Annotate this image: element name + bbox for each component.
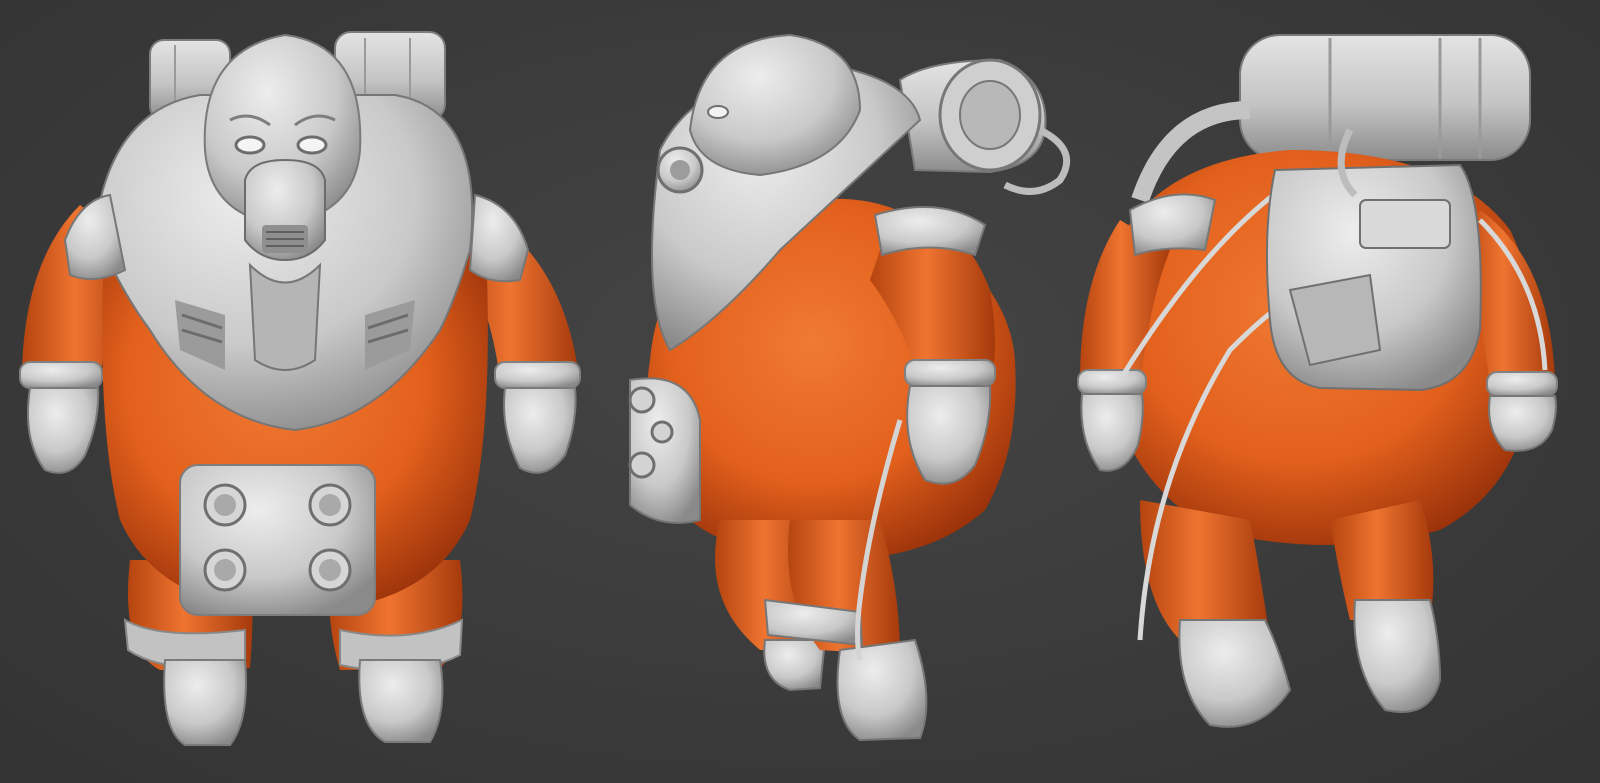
right-shoulder-pad: [468, 193, 530, 283]
astronaut-front-view: [19, 31, 581, 746]
turnaround-canvas: [19, 31, 1558, 746]
side-boot: [836, 638, 928, 742]
back-left-boot: [1178, 619, 1292, 728]
render-viewport: [0, 0, 1600, 783]
back-shoulder-pad: [1128, 193, 1217, 257]
boots: [163, 659, 444, 746]
side-shoulder-pad: [873, 206, 987, 257]
astronaut-back-view: [1077, 34, 1558, 728]
backpack: [1265, 163, 1482, 392]
side-oxygen-tank: [898, 58, 1071, 195]
back-right-boot: [1353, 599, 1442, 713]
belly-control-panel: [179, 464, 376, 616]
astronaut-side-view: [628, 33, 1071, 742]
